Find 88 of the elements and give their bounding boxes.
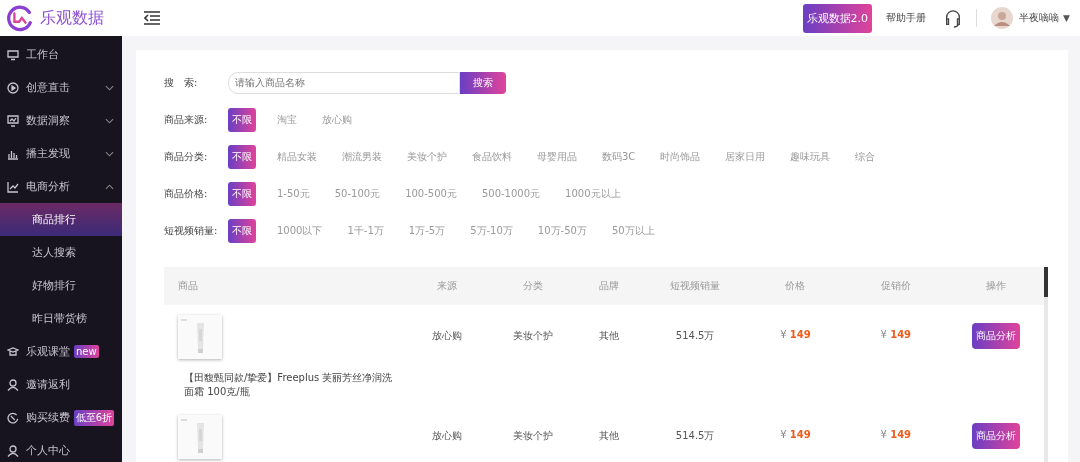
sidebar-item[interactable]: 电商分析	[0, 170, 122, 203]
filter-option[interactable]: 淘宝	[273, 107, 301, 132]
version-button[interactable]: 乐观数据2.0	[802, 3, 873, 33]
filter-label: 商品分类:	[164, 149, 209, 164]
filter-option[interactable]: 时尚饰品	[656, 144, 705, 169]
sidebar-item[interactable]: 邀请返利	[0, 368, 122, 401]
filter-option[interactable]: 1000元以上	[561, 181, 625, 206]
analyze-button[interactable]: 商品分析	[972, 323, 1021, 349]
sidebar-item[interactable]: 个人中心	[0, 434, 122, 462]
filter-option[interactable]: 潮流男装	[338, 144, 386, 169]
play-icon	[7, 81, 19, 94]
filter-label: 短视频销量:	[164, 223, 219, 238]
badge: new	[74, 345, 99, 358]
filter-option[interactable]: 500-1000元	[477, 181, 545, 206]
column-header: 品牌	[598, 279, 621, 293]
filter-option[interactable]: 母婴用品	[533, 144, 581, 169]
caret-icon[interactable]: ▼	[1063, 13, 1070, 23]
column-header: 短视频销量	[669, 279, 722, 293]
column-header: 来源	[435, 279, 458, 293]
filter-option[interactable]: 美妆个护	[403, 144, 451, 169]
filter-option[interactable]: 1千-1万	[343, 218, 388, 243]
column-header: 促销价	[879, 279, 912, 293]
filter-option[interactable]: 精品女装	[273, 144, 321, 169]
filter-option[interactable]: 居家日用	[721, 144, 770, 169]
filter-option[interactable]: 10万-50万	[533, 218, 591, 243]
column-header: 价格	[784, 279, 807, 293]
search-button[interactable]: 搜索	[460, 71, 506, 94]
filter-label: 商品价格:	[164, 186, 209, 201]
avatar-icon[interactable]	[991, 7, 1014, 29]
filter-option[interactable]: 不限	[228, 144, 256, 169]
filter-option[interactable]: 1-50元	[273, 181, 314, 206]
sidebar-subitem[interactable]: 达人搜索	[0, 236, 122, 269]
user-name[interactable]: 半夜嘀嘀	[1019, 11, 1060, 25]
cap-icon	[7, 345, 19, 358]
sidebar-item[interactable]: 乐观课堂 new	[0, 335, 122, 368]
promo-price: ¥ 149	[880, 329, 912, 340]
table-cell-text: 放心购	[430, 329, 463, 343]
sidebar-subitem[interactable]: 好物排行	[0, 269, 122, 302]
table-cell-text: 其他	[598, 329, 621, 343]
filter-option[interactable]: 不限	[228, 218, 256, 243]
product-name: 【田馥甄同款/挚爱】Freeplus 芙丽芳丝净润洗面霜 100克/瓶	[183, 371, 394, 399]
help-link[interactable]: 帮助手册	[886, 11, 927, 25]
filter-option[interactable]: 50万以上	[607, 218, 659, 243]
analyze-button[interactable]: 商品分析	[972, 423, 1021, 449]
menu-icon[interactable]	[144, 11, 160, 25]
filter-option[interactable]: 食品饮料	[468, 144, 516, 169]
filter-option[interactable]: 综合	[851, 144, 880, 169]
search-field[interactable]: 请输入商品名称	[228, 71, 460, 94]
table-cell-text: 514.5万	[674, 329, 716, 343]
filter-option[interactable]: 数码3C	[598, 144, 640, 169]
sidebar-item[interactable]: 创意直击	[0, 71, 122, 104]
price: ¥ 149	[780, 329, 811, 340]
filter-option[interactable]: 趣味玩具	[786, 144, 835, 169]
filter-option[interactable]: 50-100元	[330, 181, 385, 206]
headset-icon[interactable]	[944, 8, 963, 28]
person-icon	[7, 378, 19, 391]
monitor-icon	[7, 48, 19, 61]
column-header: 商品	[177, 279, 199, 293]
logo-text: 乐观数据	[40, 7, 104, 29]
filter-option[interactable]: 不限	[228, 181, 256, 206]
table-cell-text: 放心购	[430, 429, 463, 443]
filter-option[interactable]: 不限	[228, 107, 256, 132]
filter-option[interactable]: 放心购	[318, 107, 356, 132]
table-cell-text: 514.5万	[674, 429, 716, 443]
promo-price: ¥ 149	[880, 429, 912, 440]
person-icon	[7, 444, 19, 457]
column-header: 分类	[521, 279, 544, 293]
sidebar-item[interactable]: 工作台	[0, 38, 122, 71]
sidebar-item[interactable]: 数据洞察	[0, 104, 122, 137]
sidebar-item[interactable]: 购买续费 低至6折	[0, 401, 122, 434]
filter-option[interactable]: 1万-5万	[404, 218, 450, 243]
filter-label: 商品来源:	[164, 112, 209, 127]
column-header: 操作	[985, 279, 1008, 293]
chart-icon	[7, 114, 19, 127]
filter-option[interactable]: 1000以下	[273, 218, 327, 243]
table-cell-text: 其他	[598, 429, 621, 443]
filter-option[interactable]: 100-500元	[401, 181, 461, 206]
badge: 低至6折	[73, 409, 114, 426]
sidebar-item[interactable]: 播主发现	[0, 137, 122, 170]
filter-option[interactable]: 5万-10万	[466, 218, 517, 243]
line-chart-icon	[7, 180, 19, 193]
table-cell-text: 美妆个护	[511, 429, 554, 443]
sidebar-subitem[interactable]: 昨日带货榜	[0, 302, 122, 335]
sidebar-subitem[interactable]: 商品排行	[0, 203, 122, 236]
table-cell-text: 美妆个护	[511, 329, 554, 343]
logo-icon	[6, 4, 34, 32]
price: ¥ 149	[780, 429, 811, 440]
search-label: 搜 索:	[164, 75, 199, 90]
